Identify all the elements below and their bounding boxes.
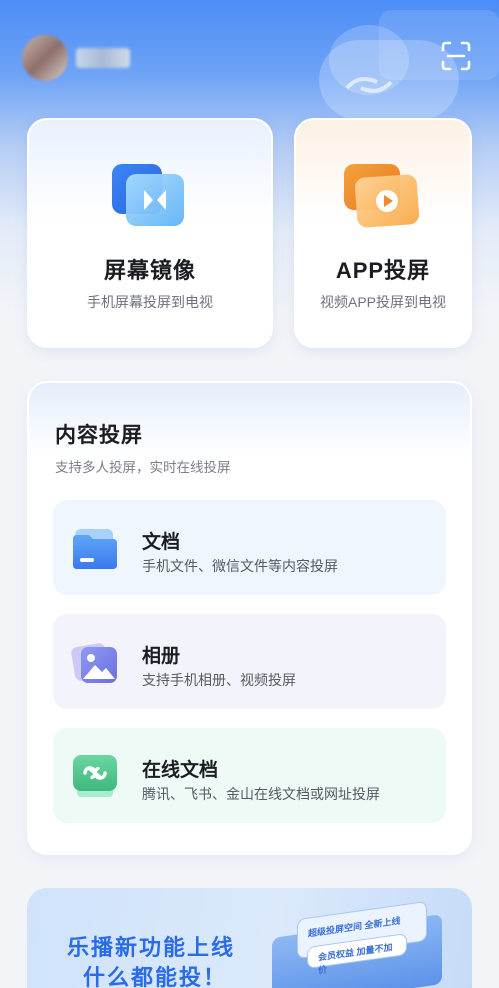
album-title: 相册	[142, 646, 181, 667]
document-item[interactable]: 文档 手机文件、微信文件等内容投屏	[53, 500, 446, 595]
play-icon	[344, 162, 424, 232]
album-subtitle: 支持手机相册、视频投屏	[142, 672, 296, 688]
content-cast-panel: 内容投屏 支持多人投屏，实时在线投屏 文档 手机文件、微信文件等内容投屏 相册 …	[27, 381, 472, 855]
panel-title: 内容投屏	[55, 424, 143, 447]
username[interactable]: ■■■	[76, 48, 130, 68]
promo-banner[interactable]: 乐播新功能上线 什么都能投！ 超级投屏空间 全新上线 会员权益 加量不加价	[27, 888, 472, 988]
album-item[interactable]: 相册 支持手机相册、视频投屏	[53, 614, 446, 709]
banner-headline: 乐播新功能上线	[67, 935, 236, 960]
screen-mirror-icon	[112, 162, 192, 232]
app-cast-subtitle: 视频APP投屏到电视	[319, 294, 446, 310]
screen-mirror-subtitle: 手机屏幕投屏到电视	[87, 294, 213, 310]
online-document-item[interactable]: 在线文档 腾讯、飞书、金山在线文档或网址投屏	[53, 728, 446, 823]
top-header: ■■■	[0, 0, 499, 110]
screen-mirror-card[interactable]: 屏幕镜像 手机屏幕投屏到电视	[27, 118, 273, 348]
online-document-title: 在线文档	[142, 760, 219, 781]
document-subtitle: 手机文件、微信文件等内容投屏	[142, 558, 338, 574]
image-icon	[71, 639, 119, 687]
banner-illustration: 超级投屏空间 全新上线 会员权益 加量不加价	[272, 896, 462, 988]
panel-subtitle: 支持多人投屏，实时在线投屏	[55, 460, 231, 475]
app-cast-title: APP投屏	[335, 258, 431, 283]
avatar[interactable]	[22, 35, 68, 81]
online-document-subtitle: 腾讯、飞书、金山在线文档或网址投屏	[142, 786, 380, 802]
app-cast-card[interactable]: APP投屏 视频APP投屏到电视	[294, 118, 472, 348]
scan-button[interactable]	[440, 40, 472, 72]
document-title: 文档	[142, 532, 181, 553]
banner-subheadline: 什么都能投！	[83, 965, 228, 988]
link-icon	[71, 753, 119, 801]
screen-mirror-title: 屏幕镜像	[103, 258, 196, 283]
folder-icon	[71, 525, 119, 573]
scan-icon	[441, 41, 471, 71]
